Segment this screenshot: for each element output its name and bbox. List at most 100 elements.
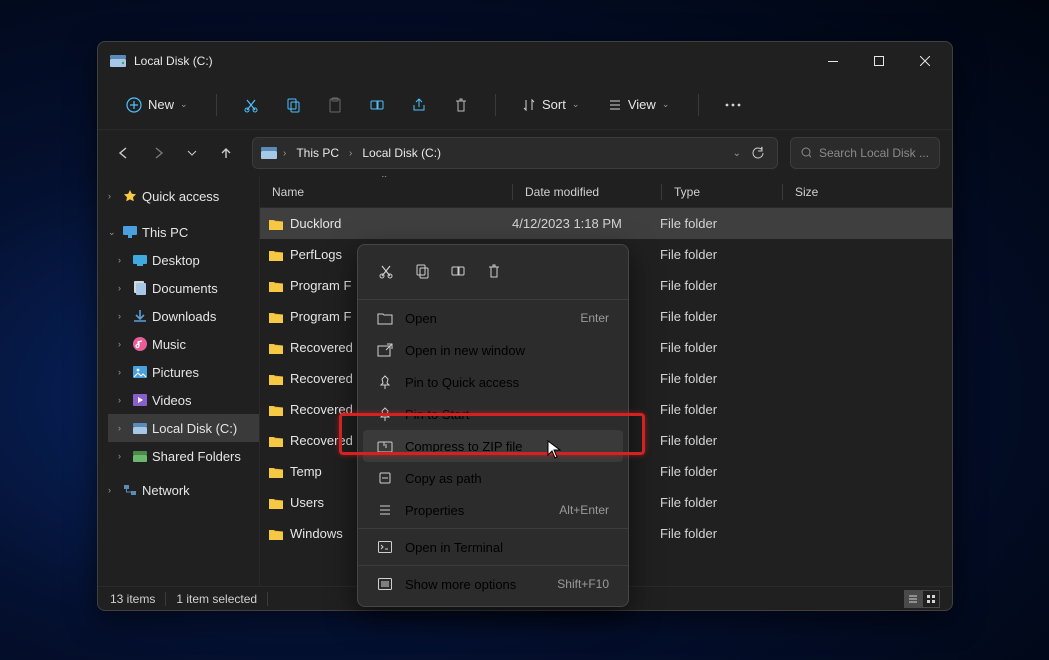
folder-icon [268, 403, 284, 417]
file-name: Program F [290, 309, 351, 324]
ctx-open-new-window[interactable]: Open in new window [363, 334, 623, 366]
new-window-icon [377, 342, 393, 358]
properties-icon [377, 502, 393, 518]
file-type: File folder [660, 464, 780, 479]
paste-button[interactable] [317, 88, 353, 122]
copy-button[interactable] [275, 88, 311, 122]
new-button[interactable]: New ⌄ [116, 91, 200, 119]
rename-icon [450, 263, 466, 279]
chevron-down-icon[interactable]: ⌄ [733, 148, 741, 159]
pin-icon [377, 374, 393, 390]
toolbar: New ⌄ Sort ⌄ View ⌄ [98, 80, 952, 130]
sort-icon [522, 98, 536, 112]
breadcrumb-this-pc[interactable]: This PC [292, 144, 343, 162]
close-button[interactable] [902, 42, 948, 80]
ctx-show-more[interactable]: Show more options Shift+F10 [363, 568, 623, 600]
file-type: File folder [660, 371, 780, 386]
up-button[interactable] [212, 139, 240, 167]
file-name: Temp [290, 464, 322, 479]
tree-downloads[interactable]: ›Downloads [108, 302, 259, 330]
chevron-down-icon: ⌄ [662, 99, 672, 110]
folder-icon [268, 248, 284, 262]
ctx-properties[interactable]: Properties Alt+Enter [363, 494, 623, 526]
search-input[interactable]: Search Local Disk ... [790, 137, 940, 169]
file-name: PerfLogs [290, 247, 342, 262]
trash-icon [453, 97, 469, 113]
breadcrumb-local-disk[interactable]: Local Disk (C:) [358, 144, 445, 162]
maximize-button[interactable] [856, 42, 902, 80]
ctx-rename-button[interactable] [442, 255, 474, 287]
file-name: Recovered [290, 433, 353, 448]
forward-button[interactable] [144, 139, 172, 167]
file-name: Users [290, 495, 324, 510]
file-type: File folder [660, 433, 780, 448]
context-menu: Open Enter Open in new window Pin to Qui… [357, 244, 629, 607]
tree-network[interactable]: ›Network [98, 476, 259, 504]
tree-videos[interactable]: ›Videos [108, 386, 259, 414]
file-type: File folder [660, 309, 780, 324]
details-view-toggle[interactable] [904, 590, 922, 608]
column-type[interactable]: Type [662, 185, 782, 199]
ctx-open-terminal[interactable]: Open in Terminal [363, 531, 623, 563]
minimize-button[interactable] [810, 42, 856, 80]
folder-icon [268, 341, 284, 355]
cut-button[interactable] [233, 88, 269, 122]
more-button[interactable] [715, 88, 751, 122]
tree-quick-access[interactable]: › Quick access [98, 182, 259, 210]
folder-icon [268, 217, 284, 231]
ctx-pin-quick[interactable]: Pin to Quick access [363, 366, 623, 398]
file-name: Recovered [290, 402, 353, 417]
column-date[interactable]: Date modified [513, 185, 661, 199]
file-name: Recovered [290, 371, 353, 386]
divider [698, 94, 699, 116]
tree-pictures[interactable]: ›Pictures [108, 358, 259, 386]
tree-documents[interactable]: ›Documents [108, 274, 259, 302]
view-button[interactable]: View ⌄ [598, 91, 682, 118]
desktop-icon [132, 252, 148, 268]
ctx-copy-path[interactable]: Copy as path [363, 462, 623, 494]
recent-locations-button[interactable] [178, 139, 206, 167]
tree-shared-folders[interactable]: ›Shared Folders [108, 442, 259, 470]
network-icon [122, 482, 138, 498]
ctx-delete-button[interactable] [478, 255, 510, 287]
file-type: File folder [660, 495, 780, 510]
tree-local-disk-c[interactable]: ›Local Disk (C:) [108, 414, 259, 442]
tree-this-pc[interactable]: ⌄ This PC [98, 218, 259, 246]
chevron-right-icon: › [118, 367, 128, 377]
tree-desktop[interactable]: ›Desktop [108, 246, 259, 274]
folder-icon [268, 372, 284, 386]
table-row[interactable]: Ducklord4/12/2023 1:18 PMFile folder [260, 208, 952, 239]
share-button[interactable] [401, 88, 437, 122]
sort-button[interactable]: Sort ⌄ [512, 91, 592, 118]
ctx-copy-button[interactable] [406, 255, 438, 287]
copy-icon [285, 97, 301, 113]
ctx-open[interactable]: Open Enter [363, 302, 623, 334]
titlebar: Local Disk (C:) [98, 42, 952, 80]
ctx-compress-zip[interactable]: Compress to ZIP file [363, 430, 623, 462]
navbar: › This PC › Local Disk (C:) ⌄ Search Loc… [98, 130, 952, 176]
back-button[interactable] [110, 139, 138, 167]
column-size[interactable]: Size [783, 185, 863, 199]
rename-button[interactable] [359, 88, 395, 122]
tree-music[interactable]: ›Music [108, 330, 259, 358]
trash-icon [486, 263, 502, 279]
ctx-pin-start[interactable]: Pin to Start [363, 398, 623, 430]
refresh-button[interactable] [747, 139, 769, 167]
file-type: File folder [660, 340, 780, 355]
file-name: Program F [290, 278, 351, 293]
divider [216, 94, 217, 116]
more-options-icon [377, 576, 393, 592]
column-name[interactable]: Name [260, 185, 512, 199]
delete-button[interactable] [443, 88, 479, 122]
zip-icon [377, 438, 393, 454]
file-type: File folder [660, 216, 780, 231]
address-bar[interactable]: › This PC › Local Disk (C:) ⌄ [252, 137, 778, 169]
chevron-right-icon: › [118, 283, 128, 293]
file-name: Recovered [290, 340, 353, 355]
folder-icon [268, 527, 284, 541]
thumbnails-view-toggle[interactable] [922, 590, 940, 608]
documents-icon [132, 280, 148, 296]
ctx-cut-button[interactable] [370, 255, 402, 287]
folder-icon [268, 434, 284, 448]
pictures-icon [132, 364, 148, 380]
